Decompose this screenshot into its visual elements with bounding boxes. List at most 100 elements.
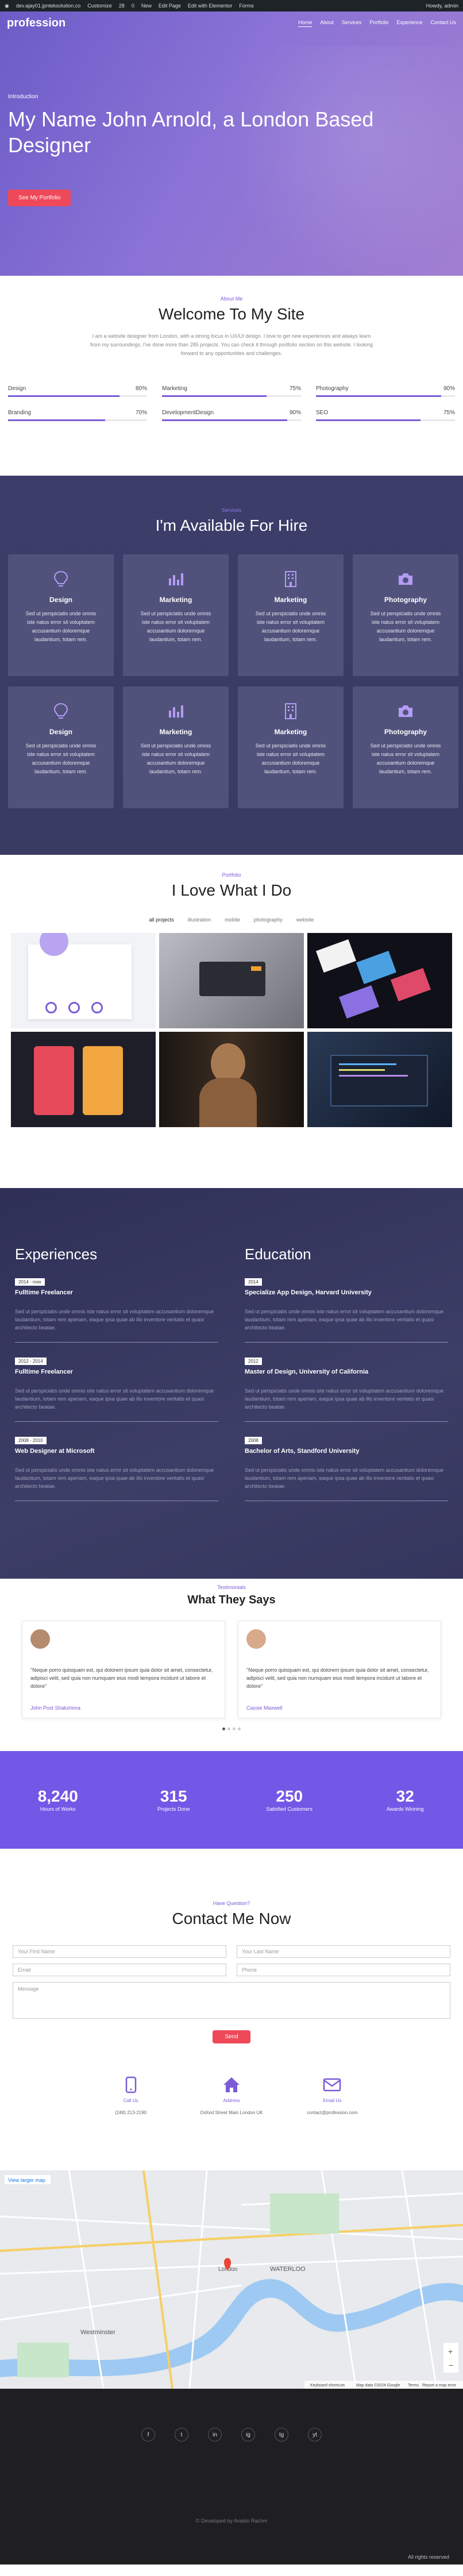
timeline-date: 2008 - 2010	[15, 1437, 47, 1444]
portfolio-item[interactable]	[159, 1032, 304, 1127]
map-terms-link[interactable]: Terms	[408, 2384, 419, 2388]
admin-elementor-link[interactable]: Edit with Elementor	[188, 3, 233, 9]
nav-home[interactable]: Home	[298, 20, 312, 27]
contact-info: Call Us (248) 213-2190 Address Oxford St…	[80, 2075, 383, 2115]
experience-column: Experiences 2014 - now Fulltime Freelance…	[15, 1245, 218, 1579]
telegram-icon[interactable]: tg	[275, 2428, 288, 2442]
skill-track	[316, 419, 455, 421]
service-text: Sed ut perspiciatis unde omnis iste natu…	[140, 611, 211, 642]
map-keyboard-shortcuts[interactable]: Keyboard shortcuts	[310, 2384, 345, 2388]
carousel-dot[interactable]	[233, 1727, 236, 1730]
filter-photography[interactable]: photography	[254, 917, 283, 923]
hero-title: My Name John Arnold, a London Based Desi…	[8, 107, 374, 157]
skill-fill	[162, 419, 287, 421]
testimonial-card: "Neque porro quisquam est, qui dolorem i…	[238, 1621, 441, 1718]
skill-bar: Design 80%	[8, 385, 147, 397]
skills-grid: Design 80% Marketing 75% Photography 90% Brand…	[0, 358, 463, 421]
map-embed[interactable]: View larger map WATERLOO Westminster Lon…	[0, 2170, 463, 2389]
portfolio-item[interactable]	[307, 933, 452, 1028]
footer-rights: All rights reserved	[407, 2554, 449, 2560]
hero-intro: Introduction	[8, 94, 38, 100]
portfolio-item[interactable]	[11, 1032, 156, 1127]
first-name-input[interactable]: Your First Name	[13, 1945, 226, 1958]
filter-mobile[interactable]: mobile	[225, 917, 240, 923]
nav-about[interactable]: About	[320, 20, 334, 27]
nav-services[interactable]: Services	[342, 20, 362, 27]
timeline-text: Sed ut perspiciatis unde omnis iste natu…	[245, 1388, 444, 1410]
skill-bar: Photography 90%	[316, 385, 455, 397]
bulb-icon	[52, 570, 70, 588]
footer-credit: © Developed by Avaldo Rachm	[195, 2518, 268, 2524]
admin-customize-link[interactable]: Customize	[87, 3, 112, 9]
service-title: Marketing	[274, 596, 307, 604]
email-input[interactable]: Email	[13, 1964, 226, 1976]
service-card: Marketing Sed ut perspiciatis unde omnis …	[123, 554, 229, 676]
nav-experience[interactable]: Experience	[396, 20, 422, 27]
timeline-title: Web Designer at Microsoft	[15, 1448, 95, 1455]
carousel-dot[interactable]	[227, 1727, 230, 1730]
timeline-date: 2012	[245, 1358, 262, 1365]
service-title: Photography	[384, 596, 427, 604]
skill-percent: 70%	[135, 410, 147, 416]
stat-hours: 8,240 Hours of Works	[37, 1787, 78, 1812]
building-icon	[282, 703, 299, 720]
admin-site-link[interactable]: dev.ajay01.jpnteksolution.co	[16, 3, 80, 9]
nav-portfolio[interactable]: Portfolio	[369, 20, 388, 27]
linkedin-icon[interactable]: in	[208, 2428, 222, 2442]
portfolio-filters: all projects illustration mobile photogr…	[0, 917, 463, 923]
service-title: Design	[49, 596, 72, 604]
instagram-icon[interactable]: ig	[241, 2428, 255, 2442]
chart-icon	[167, 570, 184, 588]
contact-section: Have Question? Contact Me Now Your First…	[0, 1849, 463, 2170]
send-button[interactable]: Send	[213, 2030, 250, 2043]
filter-website[interactable]: website	[296, 917, 314, 923]
skill-bar: DevelopmentDesign 90%	[162, 410, 301, 421]
facebook-icon[interactable]: f	[141, 2428, 155, 2442]
portfolio-item[interactable]	[307, 1032, 452, 1127]
skill-name: SEO	[316, 410, 329, 416]
site-logo[interactable]: profession	[7, 17, 65, 30]
timeline-date: 2012 - 2014	[15, 1358, 47, 1365]
map-report-link[interactable]: Report a map error	[422, 2384, 457, 2388]
stats-section: 8,240 Hours of Works 315 Projects Done 250…	[0, 1751, 463, 1849]
wp-logo-icon[interactable]: ◉	[5, 3, 9, 9]
phone-input[interactable]: Phone	[237, 1964, 450, 1976]
see-portfolio-button[interactable]: See My Portfolio	[8, 190, 71, 206]
admin-edit-page-link[interactable]: Edit Page	[159, 3, 181, 9]
zoom-out-button[interactable]: −	[449, 2361, 453, 2370]
filter-all[interactable]: all projects	[149, 917, 174, 923]
admin-updates-count[interactable]: 0	[132, 3, 134, 9]
portfolio-item[interactable]	[159, 933, 304, 1028]
map-data-credit: Map data ©2024 Google	[356, 2383, 400, 2388]
skill-name: Photography	[316, 385, 349, 392]
nav-contact[interactable]: Contact Us	[430, 20, 456, 27]
main-nav: profession Home About Services Portfolio…	[0, 11, 463, 34]
portfolio-item[interactable]	[11, 933, 156, 1028]
admin-comments-count[interactable]: 28	[119, 3, 125, 9]
message-textarea[interactable]: Message	[13, 1982, 450, 2019]
view-larger-map-link[interactable]: View larger map	[8, 2177, 45, 2183]
education-title: Education	[245, 1245, 311, 1263]
testimonial-quote: "Neque porro quisquam est, qui dolorem i…	[246, 1667, 429, 1689]
avatar	[246, 1629, 266, 1649]
hero-section: profession Home About Services Portfolio…	[0, 11, 463, 276]
about-section: About Me Welcome To My Site I am a websi…	[0, 276, 463, 476]
admin-forms-link[interactable]: Forms	[239, 3, 254, 9]
zoom-in-button[interactable]: +	[448, 2347, 453, 2356]
timeline-title: Bachelor of Arts, Standford University	[245, 1448, 360, 1455]
twitter-icon[interactable]: t	[175, 2428, 188, 2442]
filter-illustration[interactable]: illustration	[188, 917, 211, 923]
admin-howdy[interactable]: Howdy, admin	[426, 3, 458, 9]
service-card: Marketing Sed ut perspiciatis unde omnis …	[123, 687, 229, 808]
admin-new-link[interactable]: New	[141, 3, 152, 9]
carousel-dot[interactable]	[222, 1727, 225, 1730]
camera-icon	[397, 570, 414, 588]
skill-fill	[8, 419, 106, 421]
portfolio-tag: Portfolio	[222, 872, 241, 878]
carousel-dot[interactable]	[238, 1727, 241, 1730]
chart-icon	[167, 703, 184, 720]
map-canvas[interactable]: View larger map WATERLOO Westminster Lon…	[0, 2170, 463, 2389]
youtube-icon[interactable]: yt	[308, 2428, 322, 2442]
last-name-input[interactable]: Your Last Name	[237, 1945, 450, 1958]
skill-percent: 90%	[443, 385, 455, 392]
